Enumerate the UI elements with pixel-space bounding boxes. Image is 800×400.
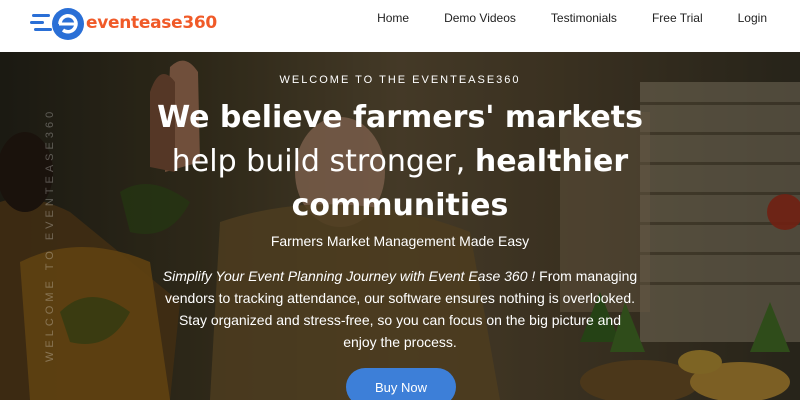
site-header: eventease360 Home Demo Videos Testimonia… <box>0 0 800 52</box>
hero-headline: We believe farmers' markets help build s… <box>150 96 650 228</box>
nav-testimonials[interactable]: Testimonials <box>551 11 617 25</box>
nav-login[interactable]: Login <box>738 11 767 25</box>
hero-eyebrow: WELCOME TO THE EVENTEASE360 <box>279 74 521 86</box>
nav-free-trial[interactable]: Free Trial <box>652 11 703 25</box>
description-italic-lead: Simplify Your Event Planning Journey wit… <box>162 268 536 284</box>
headline-normal-part: help build stronger, <box>171 144 475 179</box>
headline-bold-part-1: We believe farmers' markets <box>157 100 643 135</box>
logo-text: eventease360 <box>86 13 217 33</box>
logo-mark-icon <box>30 8 84 40</box>
nav-demo-videos[interactable]: Demo Videos <box>444 11 516 25</box>
hero-description: Simplify Your Event Planning Journey wit… <box>162 265 638 353</box>
hero-section: WELCOME TO EVENTEASE360 WELCOME TO THE E… <box>0 52 800 400</box>
hero-subheading: Farmers Market Management Made Easy <box>270 233 530 249</box>
nav-home[interactable]: Home <box>377 11 409 25</box>
main-nav: Home Demo Videos Testimonials Free Trial… <box>358 0 800 36</box>
brand-logo[interactable]: eventease360 <box>30 4 217 44</box>
buy-now-button[interactable]: Buy Now <box>346 368 456 400</box>
